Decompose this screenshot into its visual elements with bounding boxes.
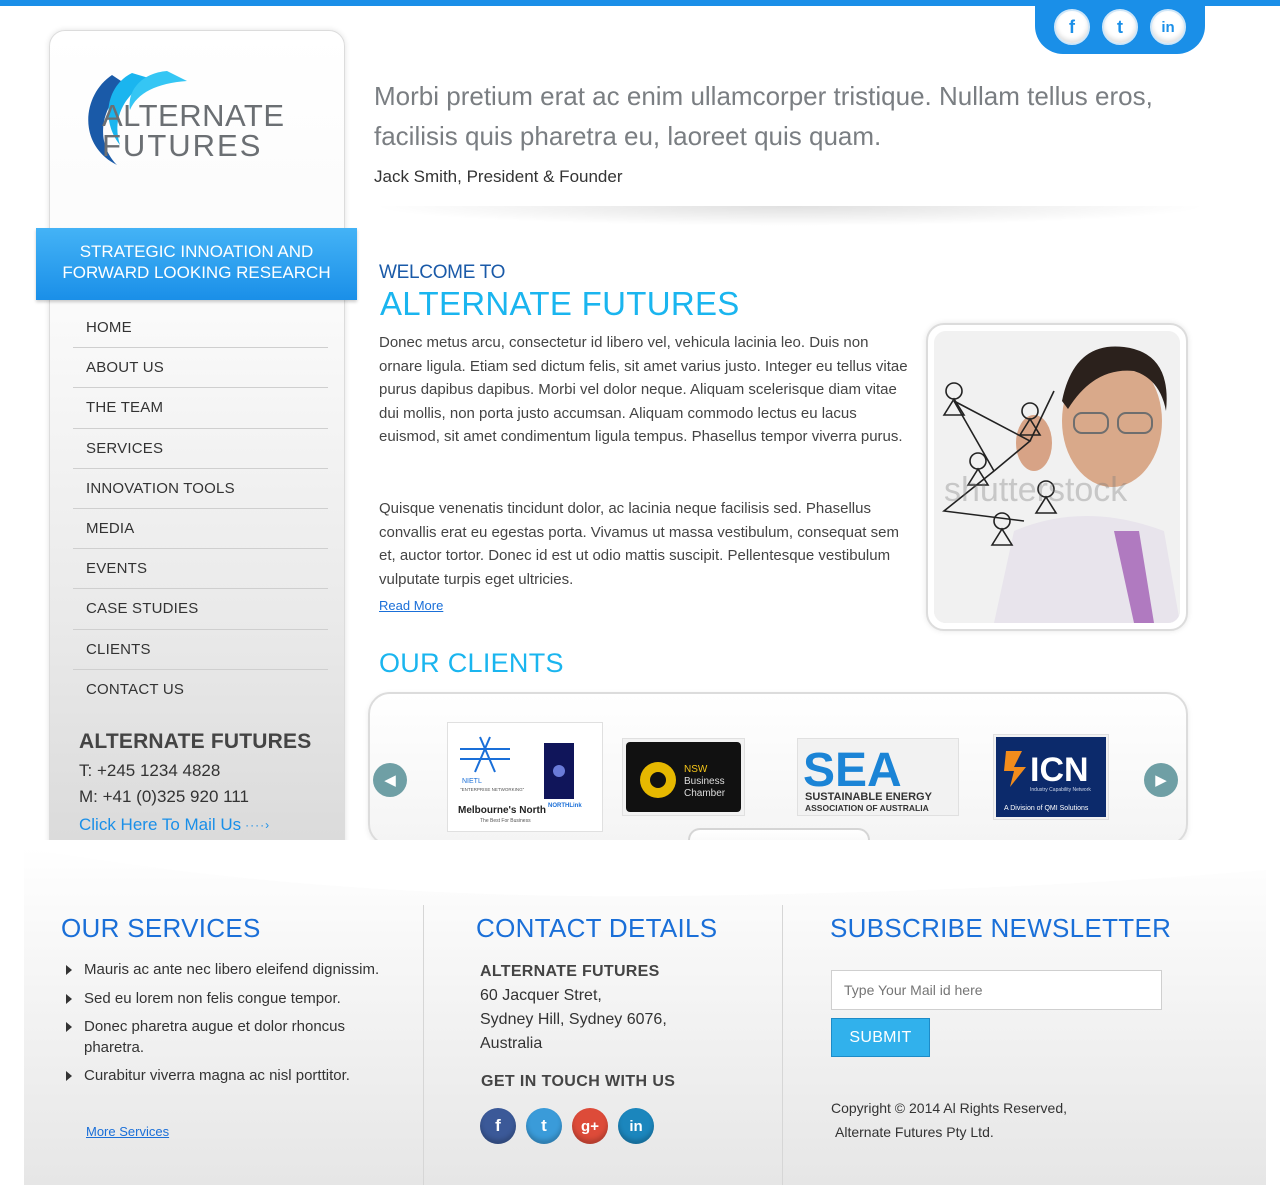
services-item: Sed eu lorem non felis congue tempor.	[64, 989, 384, 1010]
sea-logo-art: SEA SUSTAINABLE ENERGY ASSOCIATION OF AU…	[803, 744, 933, 813]
footer-company-name: ALTERNATE FUTURES	[480, 963, 660, 980]
sidebar-phone: T: +245 1234 4828	[79, 761, 221, 780]
newsletter-email-input[interactable]	[831, 970, 1162, 1010]
header-social-links: f t in	[1035, 0, 1205, 54]
services-item: Curabitur viverra magna ac nisl porttito…	[64, 1066, 384, 1087]
northlink-label: NORTHLink	[548, 803, 582, 809]
facebook-icon[interactable]: f	[1054, 9, 1090, 45]
nav-item-clients[interactable]: CLIENTS	[73, 630, 328, 670]
nsw-line-2: Business	[684, 776, 725, 787]
sea-line-2: SUSTAINABLE ENERGY	[805, 791, 933, 803]
nietl-best-for-business: The Best For Business	[480, 818, 531, 824]
nsw-line-3: Chamber	[684, 788, 726, 799]
nav-item-events[interactable]: EVENTS	[73, 549, 328, 590]
arrow-right-icon: ····›	[245, 818, 271, 832]
sea-line-3: ASSOCIATION OF AUSTRALIA	[805, 803, 929, 813]
copyright-line-1: Copyright © 2014 Al Rights Reserved,	[831, 1100, 1067, 1116]
copyright-line-2: Alternate Futures Pty Ltd.	[835, 1124, 994, 1140]
nav-item-services[interactable]: SERVICES	[73, 429, 328, 469]
google-plus-icon[interactable]: g+	[572, 1108, 608, 1144]
stock-watermark: shutterstock	[944, 471, 1128, 509]
more-services-link[interactable]: More Services	[86, 1124, 169, 1139]
arrow-right-icon: ▶	[1155, 772, 1167, 789]
quote-divider-shadow	[370, 206, 1210, 226]
client-logo-nietl[interactable]: NIETL "ENTERPRISE NETWORKING" Melbourne'…	[447, 722, 603, 832]
client-logo-icn[interactable]: ICN Industry Capability Network A Divisi…	[993, 734, 1109, 820]
clients-heading: OUR CLIENTS	[379, 648, 564, 678]
quote-author: Jack Smith, President & Founder	[374, 167, 623, 186]
businessman-photo: shutterstock	[934, 331, 1180, 623]
address-line-2: Sydney Hill, Sydney 6076,	[480, 1011, 667, 1028]
icn-wordmark: ICN	[1030, 751, 1089, 789]
client-logo-sea[interactable]: SEA SUSTAINABLE ENERGY ASSOCIATION OF AU…	[797, 738, 959, 816]
mail-link[interactable]: Click Here To Mail Us ····›	[79, 815, 270, 835]
nsw-logo-art: NSW Business Chamber	[626, 742, 741, 812]
nav-item-case-studies[interactable]: CASE STUDIES	[73, 589, 328, 630]
nav-item-the-team[interactable]: THE TEAM	[73, 388, 328, 429]
tagline-line-1: STRATEGIC INNOATION AND	[79, 242, 314, 261]
client-logo-nsw[interactable]: NSW Business Chamber	[622, 738, 745, 816]
footer-curve	[24, 840, 1266, 897]
twitter-icon[interactable]: t	[526, 1108, 562, 1144]
nav-item-contact-us[interactable]: CONTACT US	[73, 670, 328, 710]
nav-item-home[interactable]: HOME	[73, 308, 328, 349]
nav-item-innovation-tools[interactable]: INNOVATION TOOLS	[73, 469, 328, 509]
welcome-heading: ALTERNATE FUTURES	[380, 285, 740, 322]
icn-tagline: Industry Capability Network	[1030, 787, 1091, 793]
get-in-touch-heading: GET IN TOUCH WITH US	[481, 1073, 676, 1090]
services-heading: OUR SERVICES	[61, 913, 261, 943]
nietl-title: NIETL	[462, 778, 482, 785]
services-item: Mauris ac ante nec libero eleifend digni…	[64, 960, 384, 981]
contact-heading: CONTACT DETAILS	[476, 913, 718, 943]
logo-line-1: ALTERNATE	[102, 98, 285, 133]
businessman-illustration: shutterstock	[934, 331, 1180, 623]
welcome-paragraph-1: Donec metus arcu, consectetur id libero …	[379, 334, 908, 446]
services-item: Donec pharetra augue et dolor rhoncus ph…	[64, 1017, 384, 1058]
sea-wordmark: SEA	[803, 744, 902, 797]
carousel-prev-button[interactable]: ◀	[373, 763, 407, 797]
tagline-ribbon: STRATEGIC INNOATION AND FORWARD LOOKING …	[36, 228, 357, 300]
newsletter-heading: SUBSCRIBE NEWSLETTER	[830, 913, 1172, 943]
tagline-line-2: FORWARD LOOKING RESEARCH	[62, 263, 331, 282]
twitter-icon[interactable]: t	[1102, 9, 1138, 45]
read-more-link[interactable]: Read More	[379, 598, 443, 613]
linkedin-icon[interactable]: in	[618, 1108, 654, 1144]
welcome-kicker: WELCOME TO	[379, 262, 506, 283]
icn-division: A Division of QMI Solutions	[1004, 805, 1089, 812]
footer-divider-1	[423, 905, 424, 1185]
logo-wordmark: ALTERNATE FUTURES	[102, 98, 285, 163]
newsletter-submit-button[interactable]: SUBMIT	[831, 1018, 930, 1057]
footer-social-links: f t g+ in	[480, 1108, 654, 1144]
sidebar-contact: ALTERNATE FUTURES T: +245 1234 4828 M: +…	[79, 730, 339, 835]
nsw-line-1: NSW	[684, 764, 708, 775]
nietl-tagline: "ENTERPRISE NETWORKING"	[460, 787, 525, 792]
nietl-melbourne-north: Melbourne's North	[458, 805, 546, 816]
sidebar-company-name: ALTERNATE FUTURES	[79, 730, 312, 753]
arrow-left-icon: ◀	[384, 772, 396, 789]
logo-line-2: FUTURES	[102, 128, 263, 163]
footer-divider-2	[782, 905, 783, 1185]
address-line-3: Australia	[480, 1035, 543, 1052]
nav-item-about-us[interactable]: ABOUT US	[73, 348, 328, 389]
mail-link-label: Click Here To Mail Us	[79, 815, 242, 834]
nietl-logo-art: NIETL "ENTERPRISE NETWORKING" Melbourne'…	[458, 736, 582, 824]
linkedin-icon[interactable]: in	[1150, 9, 1186, 45]
welcome-photo-frame: shutterstock	[926, 323, 1188, 631]
services-list: Mauris ac ante nec libero eleifend digni…	[64, 960, 384, 1095]
nav-item-media[interactable]: MEDIA	[73, 509, 328, 550]
contact-address: ALTERNATE FUTURES 60 Jacquer Stret, Sydn…	[480, 960, 667, 1056]
icn-logo-art: ICN Industry Capability Network A Divisi…	[996, 737, 1106, 817]
address-line-1: 60 Jacquer Stret,	[480, 987, 602, 1004]
sidebar-mobile: M: +41 (0)325 920 111	[79, 787, 249, 806]
welcome-paragraph-2: Quisque venenatis tincidunt dolor, ac la…	[379, 500, 899, 588]
carousel-next-button[interactable]: ▶	[1144, 763, 1178, 797]
facebook-icon[interactable]: f	[480, 1108, 516, 1144]
hero-quote: Morbi pretium erat ac enim ullamcorper t…	[374, 81, 1153, 151]
main-nav: HOME ABOUT US THE TEAM SERVICES INNOVATI…	[73, 308, 328, 710]
copyright: Copyright © 2014 Al Rights Reserved, Alt…	[831, 1096, 1067, 1144]
